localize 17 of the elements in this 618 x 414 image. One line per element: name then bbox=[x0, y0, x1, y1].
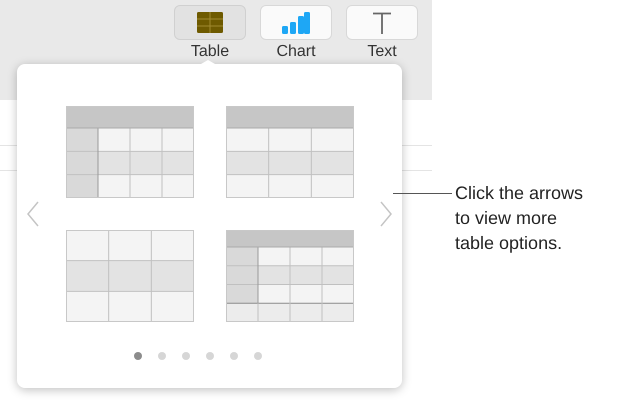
toolbar-label: Table bbox=[190, 44, 230, 60]
leader-line bbox=[393, 193, 452, 194]
table-style-thumbnail[interactable] bbox=[226, 106, 354, 198]
callout-text: Click the arrows to view more table options. bbox=[455, 182, 584, 255]
text-icon bbox=[372, 12, 392, 34]
toolbar-label: Chart bbox=[276, 44, 316, 60]
table-style-thumbnail[interactable] bbox=[66, 106, 194, 198]
toolbar-label: Text bbox=[367, 44, 397, 60]
bar-chart-icon bbox=[282, 12, 310, 34]
toolbar-button[interactable] bbox=[260, 5, 332, 40]
chevron-right-icon[interactable] bbox=[380, 201, 392, 227]
table-style-thumbnail[interactable] bbox=[66, 230, 194, 322]
table-icon bbox=[197, 12, 223, 33]
toolbar-button[interactable] bbox=[346, 5, 418, 40]
table-style-thumbnail[interactable] bbox=[226, 230, 354, 322]
toolbar-button[interactable] bbox=[174, 5, 246, 40]
chevron-left-icon[interactable] bbox=[27, 201, 39, 227]
